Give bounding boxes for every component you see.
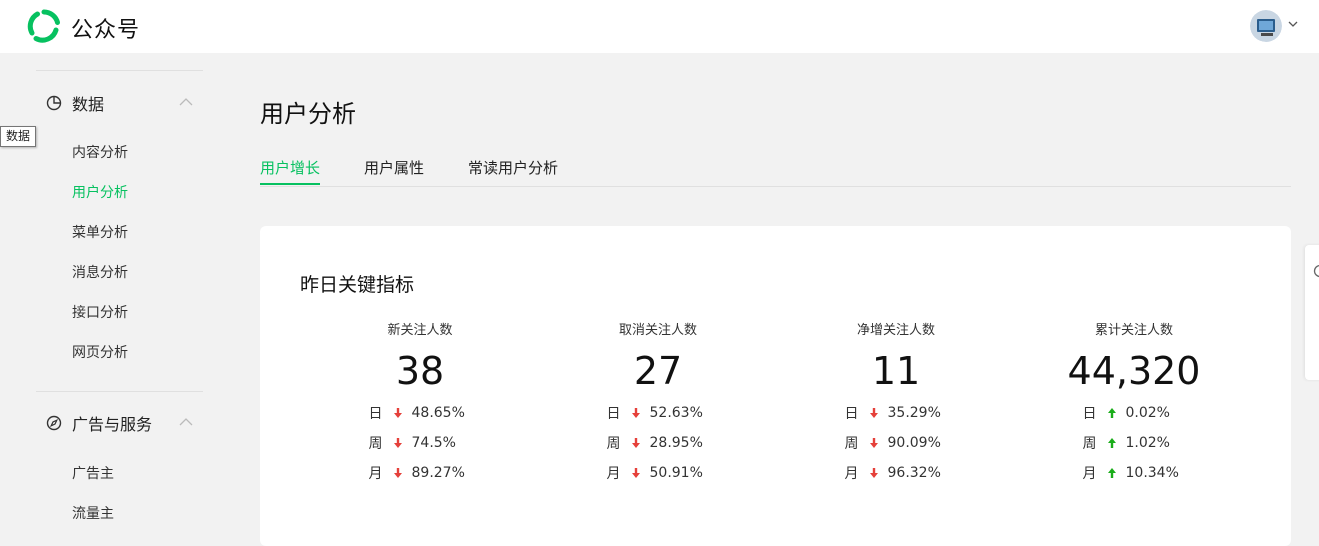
sidebar-item-webpage-analysis[interactable]: 网页分析	[72, 343, 128, 363]
metric-change-row: 周 28.95%	[538, 428, 778, 458]
sidebar-group-label: 广告与服务	[72, 411, 152, 435]
card-title: 昨日关键指标	[300, 270, 414, 297]
avatar[interactable]	[1250, 10, 1282, 42]
change-percent: 89.27%	[412, 465, 472, 481]
metric-change-row: 日 48.65%	[300, 398, 540, 428]
metric-change-row: 日 35.29%	[776, 398, 1016, 428]
arrow-down-icon	[631, 437, 641, 449]
change-period: 周	[607, 433, 627, 453]
sidebar-item-user-analysis[interactable]: 用户分析	[72, 183, 128, 203]
brand-name[interactable]: 公众号	[71, 12, 140, 44]
arrow-down-icon	[869, 437, 879, 449]
metric-change-row: 周 90.09%	[776, 428, 1016, 458]
metric-unfollows: 取消关注人数 27 日 52.63% 周 28.95% 月 50.91%	[538, 322, 778, 488]
change-period: 月	[607, 463, 627, 483]
wechat-official-logo-icon[interactable]	[27, 9, 61, 43]
chevron-up-icon[interactable]	[179, 417, 193, 427]
change-period: 日	[607, 403, 627, 423]
metric-value: 27	[538, 348, 778, 394]
change-period: 日	[369, 403, 389, 423]
metric-label: 净增关注人数	[776, 322, 1016, 340]
change-percent: 48.65%	[412, 405, 472, 421]
arrow-down-icon	[393, 407, 403, 419]
arrow-down-icon	[869, 467, 879, 479]
tab-frequent-reader-analysis[interactable]: 常读用户分析	[468, 157, 558, 185]
change-period: 月	[369, 463, 389, 483]
tab-bar: 用户增长 用户属性 常读用户分析	[260, 157, 1291, 187]
arrow-down-icon	[393, 437, 403, 449]
compass-icon	[46, 415, 62, 431]
change-period: 周	[1083, 433, 1103, 453]
tab-user-attributes[interactable]: 用户属性	[364, 157, 424, 185]
change-percent: 1.02%	[1126, 435, 1186, 451]
metric-change-row: 月 89.27%	[300, 458, 540, 488]
change-period: 周	[369, 433, 389, 453]
chevron-down-icon[interactable]	[1288, 20, 1298, 28]
tooltip: 数据	[0, 126, 36, 147]
change-percent: 52.63%	[650, 405, 710, 421]
metric-label: 累计关注人数	[1014, 322, 1254, 340]
pie-chart-icon	[46, 95, 62, 111]
metric-change-row: 日 52.63%	[538, 398, 778, 428]
change-period: 日	[1083, 403, 1103, 423]
arrow-up-icon	[1107, 407, 1117, 419]
metric-label: 新关注人数	[300, 322, 540, 340]
change-period: 月	[845, 463, 865, 483]
metric-value: 38	[300, 348, 540, 394]
metric-new-follows: 新关注人数 38 日 48.65% 周 74.5% 月 89.27%	[300, 322, 540, 488]
change-percent: 28.95%	[650, 435, 710, 451]
metric-change-row: 月 10.34%	[1014, 458, 1254, 488]
change-percent: 74.5%	[412, 435, 472, 451]
arrow-down-icon	[631, 467, 641, 479]
metric-value: 11	[776, 348, 1016, 394]
avatar-image-icon	[1250, 10, 1282, 42]
sidebar-group-data[interactable]: 数据	[46, 91, 104, 115]
key-metrics-card: 昨日关键指标 新关注人数 38 日 48.65% 周 74.5% 月 89.27% 取消关注人数…	[260, 226, 1291, 546]
change-percent: 35.29%	[888, 405, 948, 421]
sidebar-group-label: 数据	[72, 91, 104, 115]
change-percent: 96.32%	[888, 465, 948, 481]
metric-value: 44,320	[1014, 348, 1254, 394]
metric-net-follows: 净增关注人数 11 日 35.29% 周 90.09% 月 96.32%	[776, 322, 1016, 488]
sidebar-divider	[36, 70, 203, 71]
sidebar-item-message-analysis[interactable]: 消息分析	[72, 263, 128, 283]
arrow-down-icon	[393, 467, 403, 479]
metric-change-row: 月 50.91%	[538, 458, 778, 488]
metric-change-row: 月 96.32%	[776, 458, 1016, 488]
change-period: 月	[1083, 463, 1103, 483]
change-percent: 0.02%	[1126, 405, 1186, 421]
top-bar: 公众号	[0, 0, 1319, 53]
change-period: 周	[845, 433, 865, 453]
arrow-up-icon	[1107, 467, 1117, 479]
help-circle-icon[interactable]	[1313, 264, 1319, 278]
sidebar-item-advertiser[interactable]: 广告主	[72, 464, 114, 484]
sidebar-item-publisher[interactable]: 流量主	[72, 504, 114, 524]
tab-user-growth[interactable]: 用户增长	[260, 157, 320, 185]
change-percent: 90.09%	[888, 435, 948, 451]
sidebar-group-ads[interactable]: 广告与服务	[46, 411, 152, 435]
change-period: 日	[845, 403, 865, 423]
floating-side-panel[interactable]	[1305, 245, 1319, 380]
sidebar-item-content-analysis[interactable]: 内容分析	[72, 143, 128, 163]
arrow-down-icon	[631, 407, 641, 419]
arrow-down-icon	[869, 407, 879, 419]
chevron-up-icon[interactable]	[179, 97, 193, 107]
metric-total-follows: 累计关注人数 44,320 日 0.02% 周 1.02% 月 10.34%	[1014, 322, 1254, 488]
sidebar-divider	[36, 391, 203, 392]
metric-change-row: 周 1.02%	[1014, 428, 1254, 458]
change-percent: 50.91%	[650, 465, 710, 481]
metric-change-row: 日 0.02%	[1014, 398, 1254, 428]
metric-label: 取消关注人数	[538, 322, 778, 340]
page-title: 用户分析	[260, 94, 356, 129]
arrow-up-icon	[1107, 437, 1117, 449]
sidebar-item-api-analysis[interactable]: 接口分析	[72, 303, 128, 323]
change-percent: 10.34%	[1126, 465, 1186, 481]
sidebar-item-menu-analysis[interactable]: 菜单分析	[72, 223, 128, 243]
metric-change-row: 周 74.5%	[300, 428, 540, 458]
